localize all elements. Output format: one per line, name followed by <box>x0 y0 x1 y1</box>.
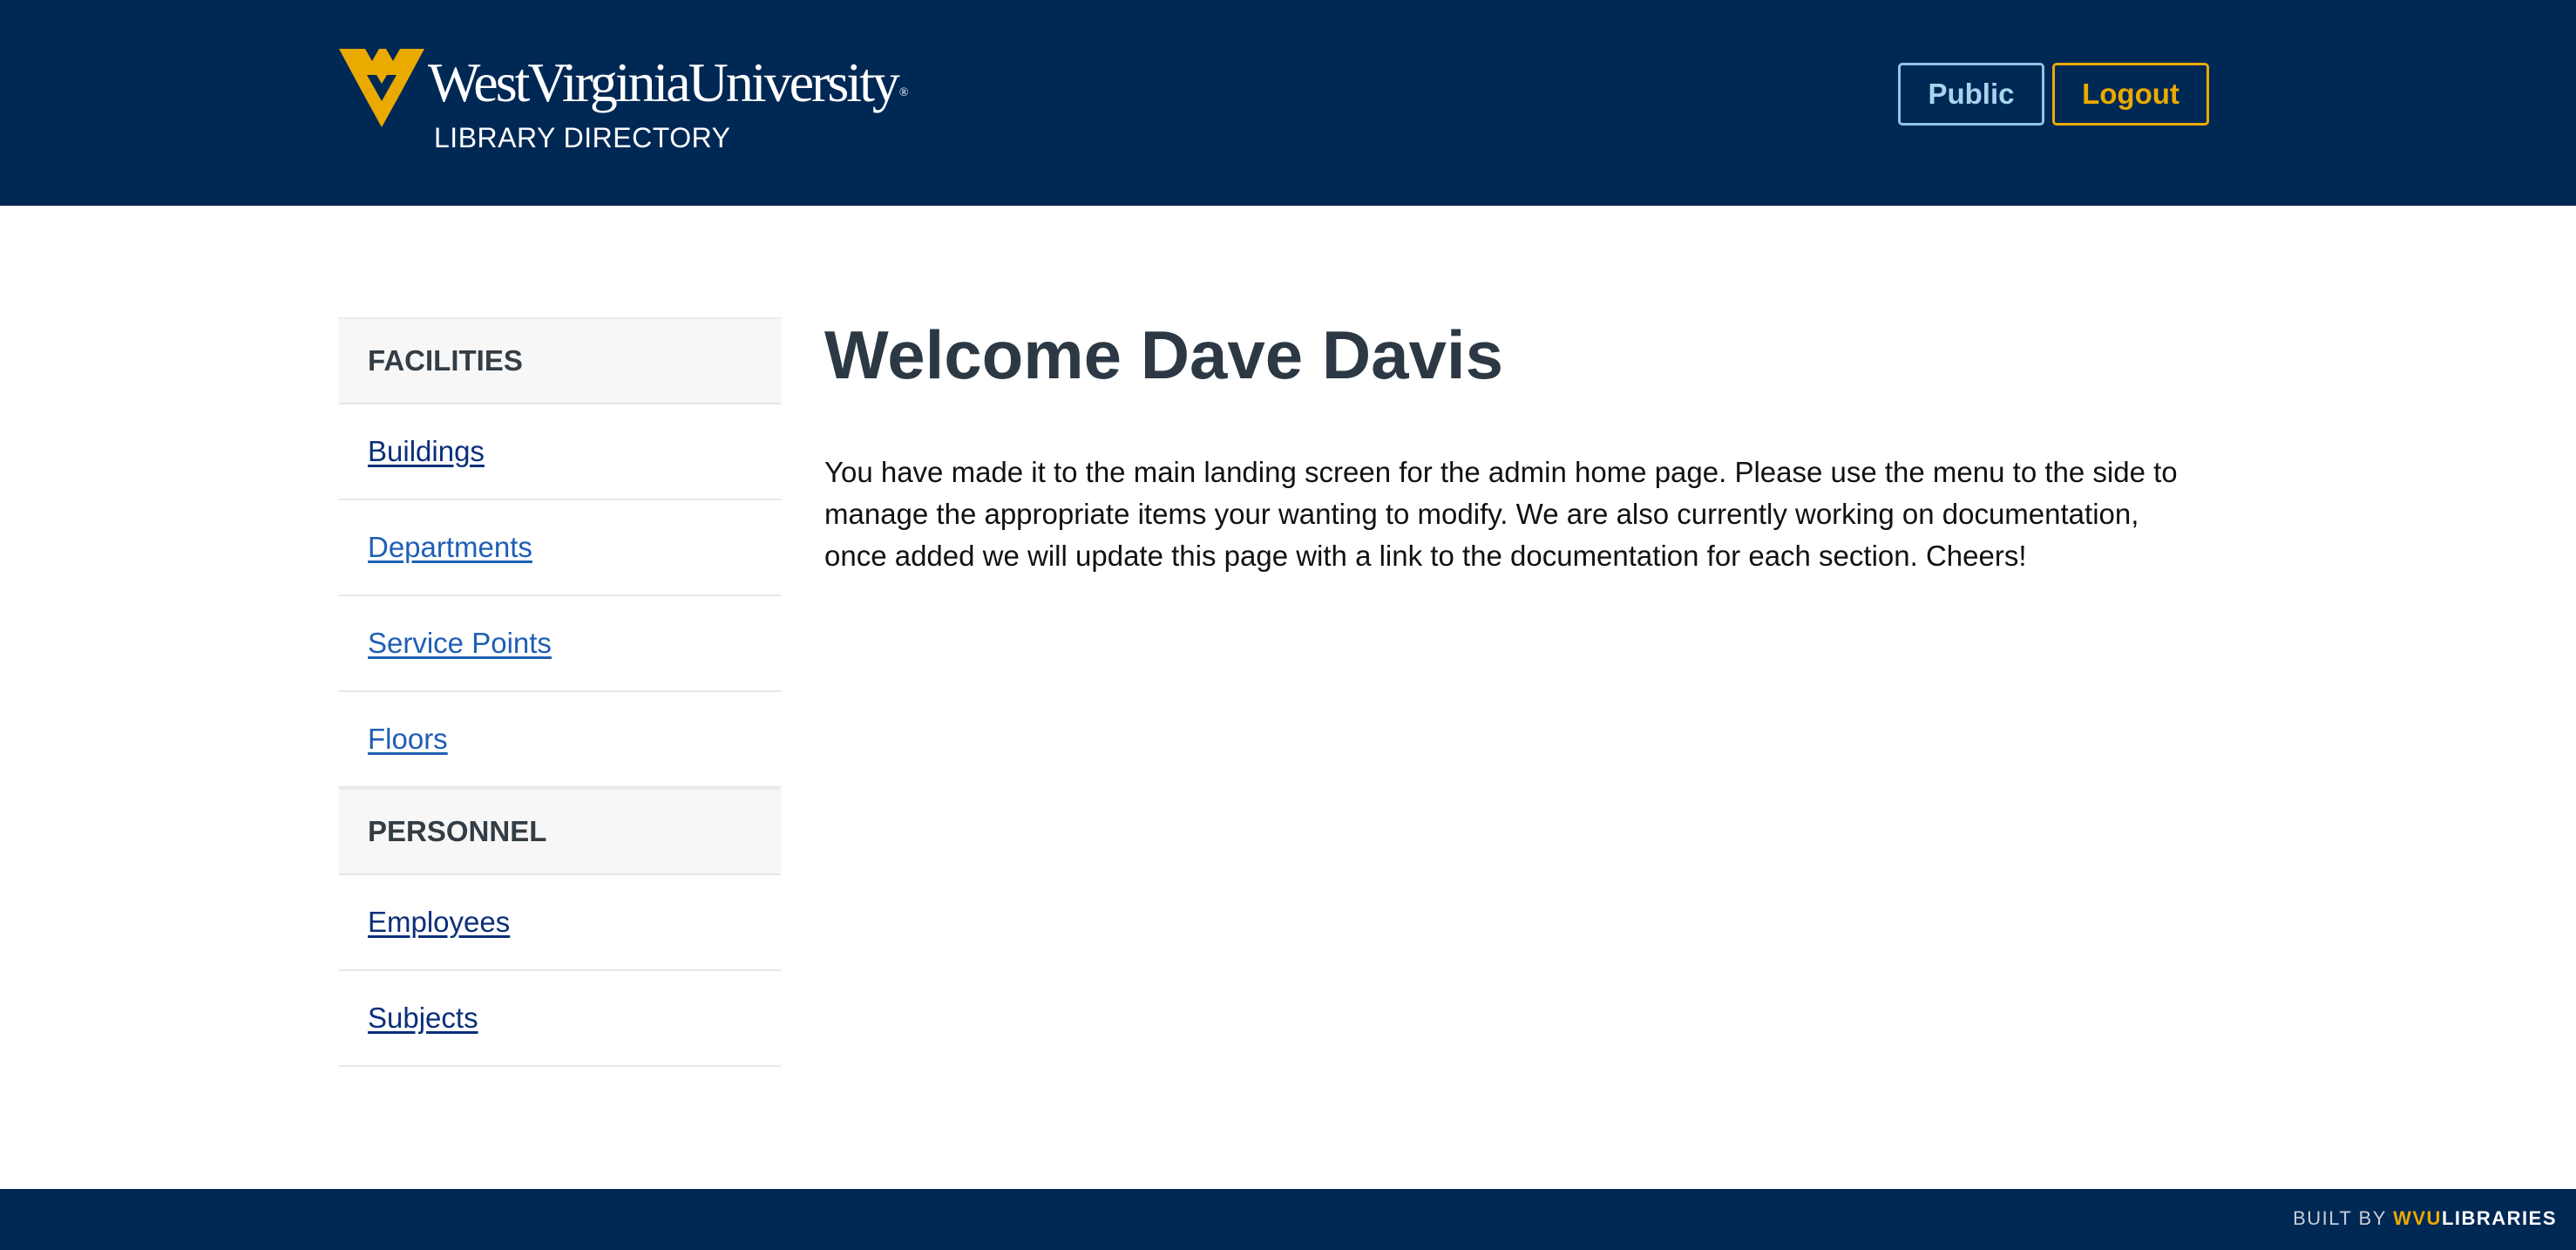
admin-sidebar: FACILITIES Buildings Departments Service… <box>339 317 781 1067</box>
sidebar-item-departments: Departments <box>339 500 781 596</box>
site-header: WestVirginiaUniversity ® LIBRARY DIRECTOR… <box>0 0 2576 206</box>
welcome-message: You have made it to the main landing scr… <box>824 456 2178 572</box>
page-title: Welcome Dave Davis <box>824 316 1503 393</box>
registered-mark: ® <box>898 86 909 99</box>
wvu-logo-link[interactable]: WestVirginiaUniversity ® LIBRARY DIRECTOR… <box>339 49 908 162</box>
departments-link[interactable]: Departments <box>368 531 532 564</box>
built-by-prefix: BUILT BY <box>2293 1207 2394 1229</box>
site-subtitle: LIBRARY DIRECTORY <box>434 122 731 153</box>
university-wordmark: WestVirginiaUniversity ® <box>428 49 908 127</box>
site-footer: BUILT BY WVULIBRARIES <box>0 1189 2576 1250</box>
main-content: Welcome Dave Davis You have made it to t… <box>824 314 2210 577</box>
public-button[interactable]: Public <box>1898 63 2044 126</box>
built-by-credit[interactable]: BUILT BY WVULIBRARIES <box>2293 1207 2557 1230</box>
built-by-libraries: LIBRARIES <box>2441 1207 2557 1229</box>
subjects-link[interactable]: Subjects <box>368 1002 478 1035</box>
sidebar-item-floors: Floors <box>339 692 781 788</box>
buildings-link[interactable]: Buildings <box>368 435 485 468</box>
sidebar-heading-personnel: PERSONNEL <box>339 788 781 875</box>
flying-wv-logo-icon <box>339 49 424 127</box>
sidebar-item-service-points: Service Points <box>339 596 781 692</box>
sidebar-item-subjects: Subjects <box>339 971 781 1067</box>
service-points-link[interactable]: Service Points <box>368 627 552 660</box>
sidebar-item-employees: Employees <box>339 875 781 971</box>
built-by-wvu: WVU <box>2393 1207 2442 1229</box>
wordmark-text: WestVirginiaUniversity <box>428 51 900 113</box>
sidebar-item-buildings: Buildings <box>339 404 781 500</box>
floors-link[interactable]: Floors <box>368 723 448 756</box>
logout-button[interactable]: Logout <box>2052 63 2209 126</box>
sidebar-heading-facilities: FACILITIES <box>339 317 781 404</box>
employees-link[interactable]: Employees <box>368 906 510 939</box>
